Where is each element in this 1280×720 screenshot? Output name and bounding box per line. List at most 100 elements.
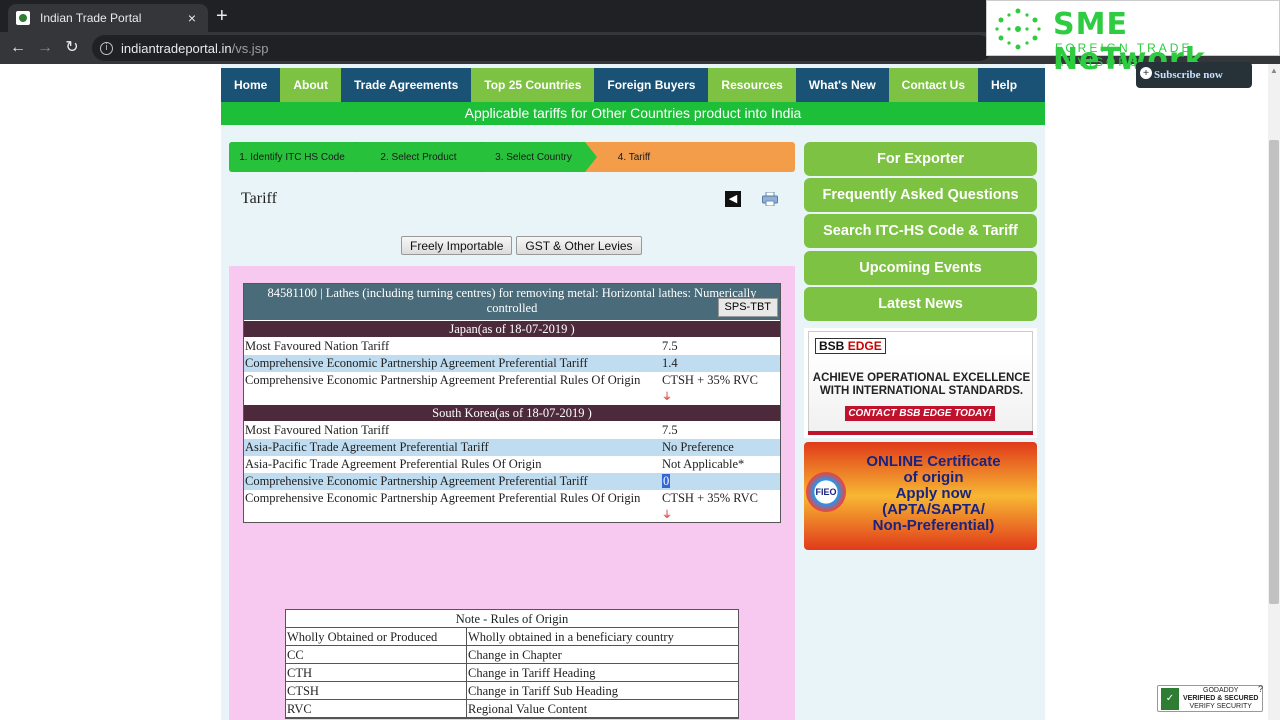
sps-tbt-button[interactable]: SPS-TBT bbox=[717, 298, 778, 317]
sme-network-watermark: SME NeTwork FOREIGN TRADE ADVISORS bbox=[986, 0, 1280, 77]
tariff-value: 0 bbox=[662, 474, 671, 488]
step-tariff: 4. Tariff bbox=[591, 142, 677, 172]
tariff-value: 7.5 bbox=[662, 339, 678, 353]
lock-icon: ✓ bbox=[1161, 687, 1179, 710]
table-row: Comprehensive Economic Partnership Agree… bbox=[244, 490, 780, 522]
url-path: /vs.jsp bbox=[231, 40, 269, 56]
tab-title: Indian Trade Portal bbox=[40, 11, 142, 25]
table-row: Wholly Obtained or Produced Wholly obtain… bbox=[286, 628, 738, 646]
fieo-certificate-ad[interactable]: FIEO ONLINE Certificate of origin Apply … bbox=[804, 442, 1037, 550]
nav-foreign-buyers[interactable]: Foreign Buyers bbox=[594, 68, 708, 102]
back-icon[interactable]: ◀ bbox=[725, 191, 741, 207]
note-code: CC bbox=[286, 646, 467, 663]
page-subheading: Applicable tariffs for Other Countries p… bbox=[221, 102, 1045, 125]
main-nav: Home About Trade Agreements Top 25 Count… bbox=[221, 68, 1045, 102]
step-label: 1. Identify ITC HS Code bbox=[239, 151, 345, 163]
url-domain: indiantradeportal.in bbox=[121, 40, 232, 56]
country-header-south-korea: South Korea(as of 18-07-2019 ) bbox=[244, 405, 780, 421]
scrollbar-thumb[interactable] bbox=[1269, 140, 1279, 604]
table-row: Comprehensive Economic Partnership Agree… bbox=[244, 355, 780, 372]
table-row: Most Favoured Nation Tariff 7.5 bbox=[244, 338, 780, 355]
table-row: RVC Regional Value Content bbox=[286, 700, 738, 718]
table-row: Asia-Pacific Trade Agreement Preferentia… bbox=[244, 456, 780, 473]
table-row: Comprehensive Economic Partnership Agree… bbox=[244, 473, 780, 490]
product-description: 84581100 | Lathes (including turning cen… bbox=[267, 286, 757, 315]
back-arrow-icon[interactable]: ← bbox=[8, 38, 28, 58]
gst-levies-button[interactable]: GST & Other Levies bbox=[516, 236, 642, 255]
network-dots-icon bbox=[995, 8, 1041, 50]
tariff-label: Comprehensive Economic Partnership Agree… bbox=[245, 373, 641, 387]
freely-importable-button[interactable]: Freely Importable bbox=[401, 236, 513, 255]
sidebar-faq[interactable]: Frequently Asked Questions bbox=[804, 178, 1037, 212]
info-icon[interactable]: i bbox=[100, 41, 113, 55]
bsb-edge-ad[interactable]: BSB EDGE ACHIEVE OPERATIONAL EXCELLENCE W… bbox=[804, 328, 1037, 438]
table-row: CC Change in Chapter bbox=[286, 646, 738, 664]
step-label: 2. Select Product bbox=[380, 151, 457, 163]
site-favicon-icon bbox=[16, 11, 30, 25]
note-code: CTH bbox=[286, 664, 467, 681]
note-code: Wholly Obtained or Produced bbox=[286, 628, 467, 645]
note-code: RVC bbox=[286, 700, 467, 717]
tariff-value: Not Applicable* bbox=[662, 457, 745, 471]
nav-whats-new[interactable]: What's New bbox=[796, 68, 889, 102]
step-identify-hs-code[interactable]: 1. Identify ITC HS Code bbox=[229, 142, 367, 172]
step-label: 4. Tariff bbox=[617, 151, 651, 163]
nav-resources[interactable]: Resources bbox=[708, 68, 796, 102]
note-meaning: Change in Chapter bbox=[468, 648, 562, 662]
table-row: CTH Change in Tariff Heading bbox=[286, 664, 738, 682]
url-field[interactable]: i indiantradeportal.in/vs.jsp bbox=[92, 35, 992, 61]
tariff-label: Asia-Pacific Trade Agreement Preferentia… bbox=[245, 457, 542, 471]
tariff-label: Comprehensive Economic Partnership Agree… bbox=[245, 356, 588, 370]
tariff-label: Asia-Pacific Trade Agreement Preferentia… bbox=[245, 440, 489, 454]
step-select-country[interactable]: 3. Select Country bbox=[481, 142, 597, 172]
plus-icon: + bbox=[1140, 67, 1152, 79]
note-code: CTSH bbox=[286, 682, 467, 699]
seal-text: VERIFY SECURITY bbox=[1189, 702, 1252, 710]
browser-tab[interactable]: Indian Trade Portal × bbox=[8, 4, 208, 32]
country-header-japan: Japan(as of 18-07-2019 ) bbox=[244, 321, 780, 337]
new-tab-icon[interactable]: + bbox=[216, 6, 228, 26]
table-row: Asia-Pacific Trade Agreement Preferentia… bbox=[244, 439, 780, 456]
fieo-ad-text: ONLINE Certificate of origin Apply now (… bbox=[866, 453, 1001, 534]
page-title: Tariff bbox=[241, 190, 277, 207]
seal-text: GODADDY bbox=[1203, 686, 1239, 694]
note-title: Note - Rules of Origin bbox=[286, 610, 738, 628]
nav-help[interactable]: Help bbox=[978, 68, 1030, 102]
reload-icon[interactable]: ↻ bbox=[62, 38, 82, 58]
bsb-cta: CONTACT BSB EDGE TODAY! bbox=[845, 406, 995, 421]
sidebar-search-itc-hs[interactable]: Search ITC-HS Code & Tariff bbox=[804, 214, 1037, 248]
step-select-product[interactable]: 2. Select Product bbox=[355, 142, 493, 172]
step-label: 3. Select Country bbox=[495, 151, 572, 163]
godaddy-seal[interactable]: ✓ GODADDY VERIFIED & SECURED VERIFY SECU… bbox=[1157, 685, 1263, 712]
nav-top-25-countries[interactable]: Top 25 Countries bbox=[471, 68, 595, 102]
tariff-label: Comprehensive Economic Partnership Agree… bbox=[245, 474, 588, 488]
bsb-ad-text: ACHIEVE OPERATIONAL EXCELLENCE WITH INTER… bbox=[812, 372, 1031, 397]
step-progress: 1. Identify ITC HS Code 2. Select Produc… bbox=[229, 142, 795, 172]
nav-trade-agreements[interactable]: Trade Agreements bbox=[341, 68, 471, 102]
table-row: CTSH Change in Tariff Sub Heading bbox=[286, 682, 738, 700]
product-header: 84581100 | Lathes (including turning cen… bbox=[244, 284, 780, 320]
table-row: Comprehensive Economic Partnership Agree… bbox=[244, 372, 780, 404]
tariff-label: Most Favoured Nation Tariff bbox=[245, 339, 390, 353]
note-meaning: Change in Tariff Sub Heading bbox=[468, 684, 619, 698]
subscribe-button[interactable]: + Subscribe now bbox=[1136, 62, 1252, 88]
sidebar-for-exporter[interactable]: For Exporter bbox=[804, 142, 1037, 176]
tariff-label: Comprehensive Economic Partnership Agree… bbox=[245, 491, 641, 505]
help-icon[interactable]: ? bbox=[1258, 684, 1263, 694]
sidebar-upcoming-events[interactable]: Upcoming Events bbox=[804, 251, 1037, 285]
nav-home[interactable]: Home bbox=[221, 68, 280, 102]
tariff-table: 84581100 | Lathes (including turning cen… bbox=[243, 283, 781, 523]
pdf-icon[interactable]: ⏚ bbox=[662, 392, 672, 404]
note-meaning: Regional Value Content bbox=[468, 702, 588, 716]
sidebar-latest-news[interactable]: Latest News bbox=[804, 287, 1037, 321]
tariff-label: Most Favoured Nation Tariff bbox=[245, 423, 390, 437]
pdf-icon[interactable]: ⏚ bbox=[662, 510, 672, 522]
tariff-value: CTSH + 35% RVC bbox=[662, 373, 758, 387]
nav-about[interactable]: About bbox=[280, 68, 341, 102]
close-tab-icon[interactable]: × bbox=[184, 10, 200, 26]
print-icon[interactable] bbox=[762, 192, 778, 206]
nav-contact-us[interactable]: Contact Us bbox=[888, 68, 979, 102]
tariff-value: No Preference bbox=[662, 440, 734, 454]
forward-arrow-icon[interactable]: → bbox=[35, 38, 55, 58]
tariff-value: 7.5 bbox=[662, 423, 678, 437]
